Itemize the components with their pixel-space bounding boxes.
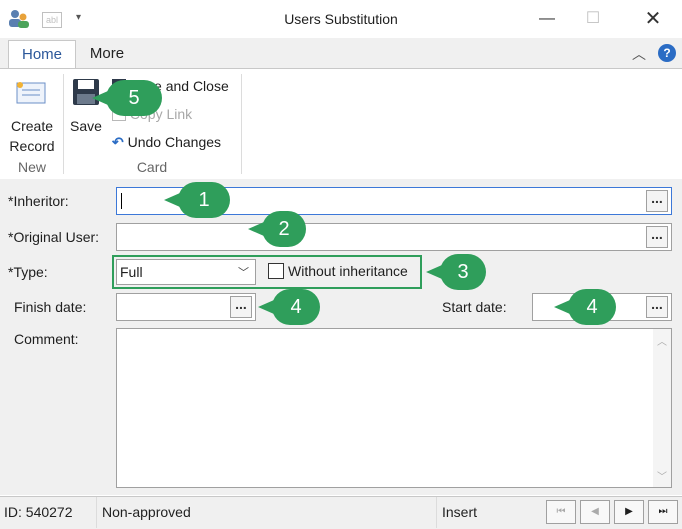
previous-record-button[interactable]: ◀ xyxy=(580,500,610,524)
tab-more[interactable]: More xyxy=(80,40,134,68)
without-inheritance-checkbox[interactable] xyxy=(268,263,284,279)
original-user-browse-button[interactable]: ... xyxy=(646,226,668,248)
callout-4-start: 4 xyxy=(554,289,616,325)
create-record-icon xyxy=(14,80,48,106)
create-record-label-2: Record xyxy=(9,138,55,154)
inheritor-label: *Inheritor: xyxy=(8,193,69,209)
status-separator-1 xyxy=(96,497,97,528)
tab-home[interactable]: Home xyxy=(8,40,76,69)
callout-1: 1 xyxy=(164,182,230,218)
comment-label: Comment: xyxy=(14,331,79,347)
type-select[interactable]: Full ﹀ xyxy=(116,259,256,285)
undo-changes-label: Undo Changes xyxy=(127,134,222,150)
status-record-id: ID: 540272 xyxy=(4,504,73,520)
callout-5: 5 xyxy=(92,80,162,116)
type-label: *Type: xyxy=(8,264,48,280)
inheritor-browse-button[interactable]: ... xyxy=(646,190,668,212)
group-label-new: New xyxy=(17,159,46,175)
callout-2: 2 xyxy=(248,211,306,247)
collapse-ribbon-icon[interactable]: ︿ xyxy=(632,44,646,64)
callout-3: 3 xyxy=(426,254,486,290)
save-button[interactable]: Save xyxy=(66,72,106,156)
status-edit-mode: Insert xyxy=(442,504,478,520)
create-record-label-1: Create xyxy=(10,118,54,134)
callout-4-finish: 4 xyxy=(258,289,320,325)
scroll-down-icon[interactable]: ﹀ xyxy=(657,468,667,483)
original-user-input[interactable]: ... xyxy=(116,223,672,251)
first-record-button[interactable]: ⏮ xyxy=(546,500,576,524)
ribbon-separator xyxy=(63,74,64,174)
finish-date-picker-button[interactable]: ... xyxy=(230,296,252,318)
undo-icon: ↶ xyxy=(112,134,124,150)
group-label-card: Card xyxy=(136,159,168,175)
comment-textarea[interactable]: ︿ ﹀ xyxy=(116,328,672,488)
comment-scrollbar[interactable]: ︿ ﹀ xyxy=(653,329,671,487)
original-user-label: *Original User: xyxy=(8,229,100,245)
finish-date-label: Finish date: xyxy=(14,299,87,315)
start-date-label: Start date: xyxy=(442,299,507,315)
without-inheritance-label[interactable]: Without inheritance xyxy=(288,263,408,279)
maximize-button[interactable]: ☐ xyxy=(570,0,616,38)
text-cursor xyxy=(121,193,122,209)
minimize-button[interactable]: — xyxy=(524,0,570,38)
save-label: Save xyxy=(70,118,102,134)
help-icon[interactable]: ? xyxy=(658,44,676,62)
close-button[interactable]: ✕ xyxy=(630,0,676,38)
ribbon-separator-2 xyxy=(241,74,242,174)
next-record-button[interactable]: ▶ xyxy=(614,500,644,524)
undo-changes-button[interactable]: ↶ Undo Changes xyxy=(112,131,238,153)
create-record-button[interactable]: Create Record xyxy=(4,72,60,156)
type-select-value: Full xyxy=(120,264,143,280)
status-approval-state: Non-approved xyxy=(102,504,191,520)
last-record-button[interactable]: ⏭ xyxy=(648,500,678,524)
start-date-picker-button[interactable]: ... xyxy=(646,296,668,318)
scroll-up-icon[interactable]: ︿ xyxy=(657,333,667,348)
status-separator-2 xyxy=(436,497,437,528)
chevron-down-icon: ﹀ xyxy=(238,267,249,279)
finish-date-input[interactable]: ... xyxy=(116,293,256,321)
